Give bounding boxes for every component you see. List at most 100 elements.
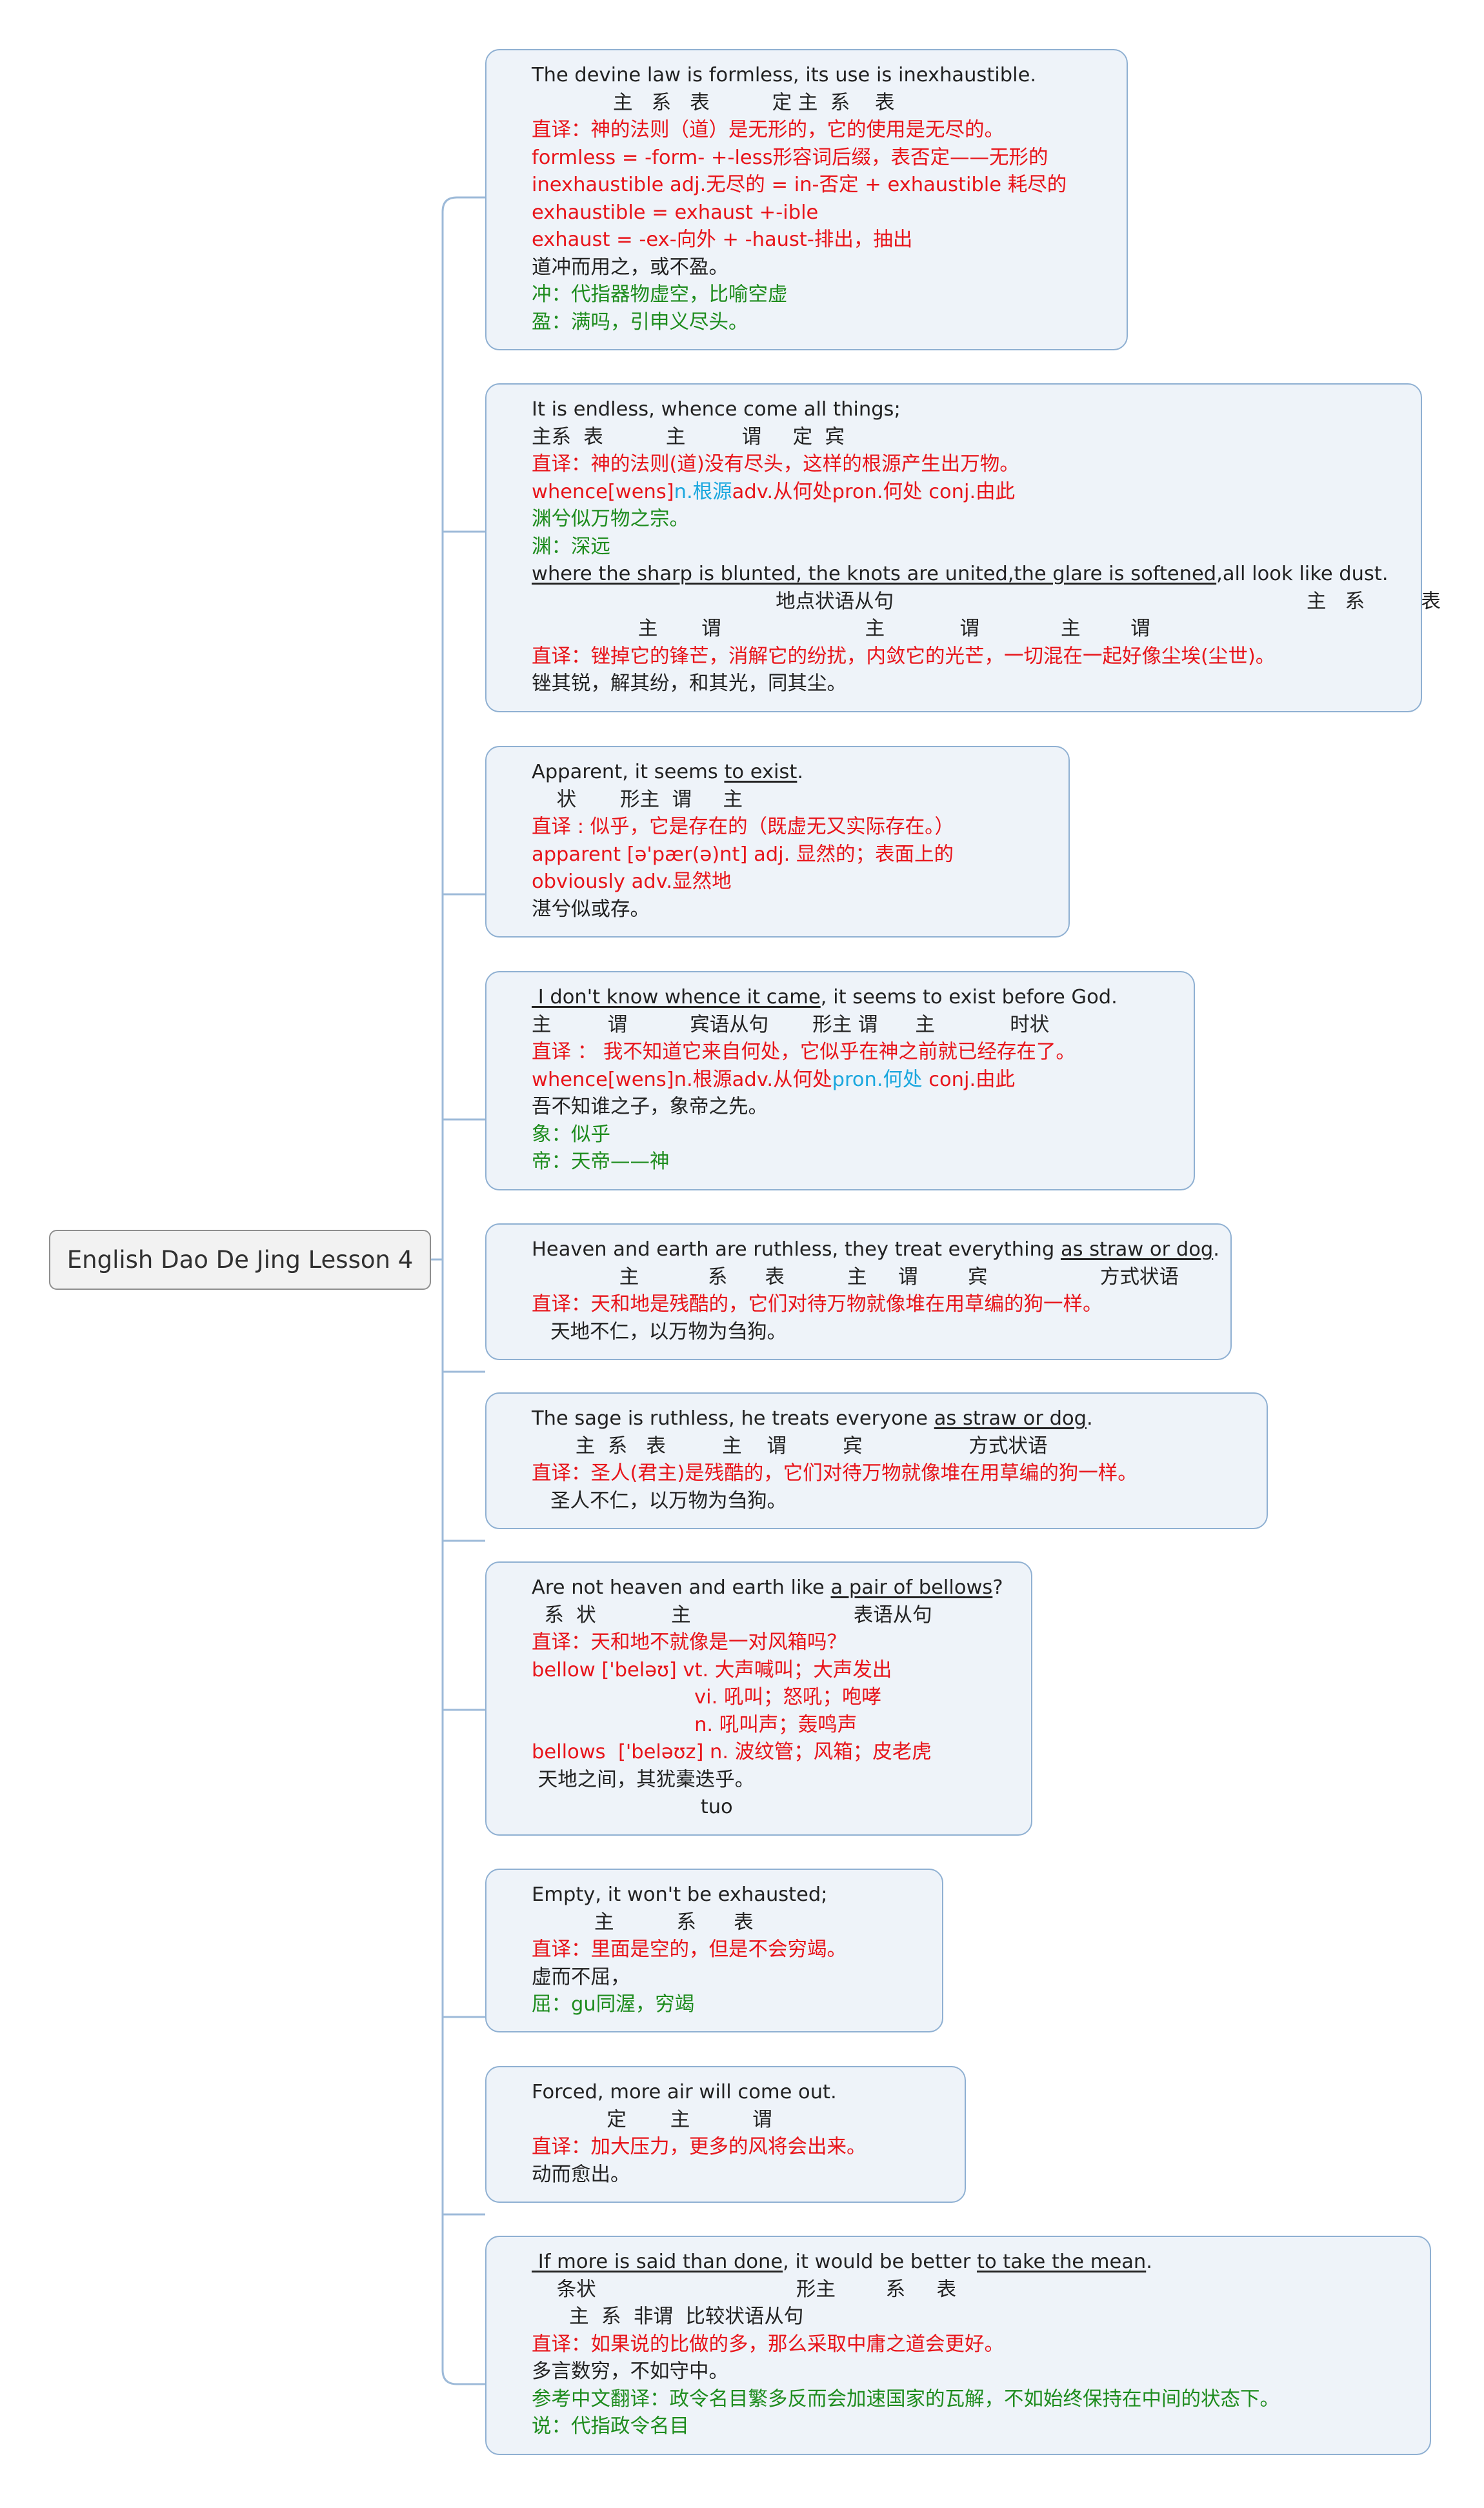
text-line: n. 吼叫声；轰鸣声	[532, 1712, 1012, 1740]
text-line: 直译：神的法则(道)没有尽头，这样的根源产生出万物。	[532, 451, 1401, 479]
text-segment: , it seems to exist before God.	[820, 986, 1118, 1008]
text-segment: whence[wens]	[532, 480, 674, 503]
text-segment: 主 系 表 定 主 系 表	[532, 91, 895, 114]
text-line: 直译：如果说的比做的多，那么采取中庸之道会更好。	[532, 2331, 1410, 2359]
subtopic-pair-of-bellows[interactable]: Are not heaven and earth like a pair of …	[485, 1561, 1032, 1836]
text-segment: pron.何处	[832, 1068, 923, 1091]
subtopic-heaven-earth-ruthless[interactable]: Heaven and earth are ruthless, they trea…	[485, 1223, 1232, 1360]
text-segment: exhaust = -ex-向外 + -haust-排出，抽出	[532, 228, 913, 251]
text-segment: adv.从何处pron.何处 conj.由此	[732, 480, 1016, 503]
underlined-phrase: to take the mean	[976, 2251, 1147, 2273]
text-line: Apparent, it seems to exist.	[532, 759, 1049, 787]
text-segment: formless = -form- +-less形容词后缀，表否定——无形的	[532, 146, 1048, 169]
text-line: 主 谓 主 谓 主 谓	[532, 616, 1401, 643]
root-topic[interactable]: English Dao De Jing Lesson 4	[49, 1230, 431, 1290]
text-line: Are not heaven and earth like a pair of …	[532, 1574, 1012, 1602]
text-segment: bellows ['beləʊz] n. 波纹管；风箱；皮老虎	[532, 1741, 932, 1763]
text-line: 盈：满吗，引申义尽头。	[532, 309, 1107, 337]
text-line: 动而愈出。	[532, 2162, 945, 2189]
subtopic-apparent-exist[interactable]: Apparent, it seems to exist. 状 形主 谓 主直译 …	[485, 746, 1070, 938]
text-segment: 直译：天和地不就像是一对风箱吗？	[532, 1631, 847, 1654]
text-segment: exhaustible = exhaust +-ible	[532, 201, 819, 224]
text-segment: Heaven and earth are ruthless, they trea…	[532, 1238, 1061, 1261]
text-line: The devine law is formless, its use is i…	[532, 62, 1107, 90]
text-line: formless = -form- +-less形容词后缀，表否定——无形的	[532, 145, 1107, 172]
text-line: Empty, it won't be exhausted;	[532, 1881, 923, 1909]
text-line: vi. 吼叫；怒吼；咆哮	[532, 1684, 1012, 1712]
subtopic-formless-law[interactable]: The devine law is formless, its use is i…	[485, 49, 1128, 350]
text-line: 象：似乎	[532, 1121, 1174, 1149]
text-segment: 圣人不仁，以万物为刍狗。	[532, 1489, 787, 1512]
text-line: 吾不知谁之子，象帝之先。	[532, 1094, 1174, 1121]
text-segment: inexhaustible adj.无尽的 = in-否定 + exhausti…	[532, 174, 1067, 196]
text-line: apparent [ə'pær(ə)nt] adj. 显然的；表面上的	[532, 841, 1049, 869]
text-segment: Apparent, it seems	[532, 761, 725, 783]
text-segment: n.根源	[674, 480, 732, 503]
text-segment: 虚而不屈，	[532, 1965, 630, 1989]
text-line: 直译：天和地不就像是一对风箱吗？	[532, 1629, 1012, 1657]
text-segment: 直译：神的法则(道)没有尽头，这样的根源产生出万物。	[532, 453, 1019, 476]
underlined-phrase: to exist	[724, 761, 797, 783]
text-segment: bellow ['beləʊ] vt. 大声喊叫；大声发出	[532, 1658, 892, 1681]
text-line: 直译 ： 我不知道它来自何处，它似乎在神之前就已经存在了。	[532, 1039, 1174, 1067]
text-line: 直译：圣人(君主)是残酷的，它们对待万物就像堆在用草编的狗一样。	[532, 1460, 1247, 1488]
text-line: 渊：深远	[532, 534, 1401, 561]
text-line: 道冲而用之，或不盈。	[532, 254, 1107, 282]
text-segment: 道冲而用之，或不盈。	[532, 256, 728, 279]
underlined-phrase: where the sharp is blunted, the knots ar…	[532, 563, 1217, 585]
subtopic-empty-not-exhausted[interactable]: Empty, it won't be exhausted; 主 系 表直译：里面…	[485, 1869, 943, 2032]
text-line: 湛兮似或存。	[532, 896, 1049, 924]
text-line: 主 谓 宾语从句 形主 谓 主 时状	[532, 1012, 1174, 1039]
subtopic-forced-more-air[interactable]: Forced, more air will come out. 定 主 谓直译：…	[485, 2066, 966, 2203]
text-segment: ?	[992, 1576, 1003, 1599]
text-segment: conj.由此	[922, 1068, 1016, 1091]
text-line: exhaustible = exhaust +-ible	[532, 199, 1107, 227]
subtopic-whence-it-came[interactable]: I don't know whence it came, it seems to…	[485, 971, 1195, 1190]
underlined-phrase: as straw or dog	[934, 1407, 1087, 1430]
text-segment: ,all look like dust.	[1216, 563, 1389, 585]
text-line: 主 系 表	[532, 1909, 923, 1937]
root-topic-label: English Dao De Jing Lesson 4	[66, 1246, 414, 1274]
text-segment: 直译：如果说的比做的多，那么采取中庸之道会更好。	[532, 2332, 1004, 2356]
text-segment: 象：似乎	[532, 1123, 610, 1146]
text-line: 参考中文翻译：政令名目繁多反而会加速国家的瓦解，不如始终保持在中间的状态下。	[532, 2386, 1410, 2414]
text-segment: 锉其锐，解其纷，和其光，同其尘。	[532, 672, 847, 695]
underlined-phrase: If more is said than done	[532, 2251, 783, 2273]
underlined-phrase: I don't know whence it came	[532, 986, 821, 1008]
text-line: If more is said than done, it would be b…	[532, 2249, 1410, 2276]
text-segment: 天地之间，其犹橐迭乎。	[532, 1768, 755, 1791]
text-segment: .	[1086, 1407, 1093, 1430]
text-line: 主系 表 主 谓 定 宾	[532, 424, 1401, 452]
text-segment: Are not heaven and earth like	[532, 1576, 831, 1599]
text-line: bellows ['beləʊz] n. 波纹管；风箱；皮老虎	[532, 1739, 1012, 1767]
text-segment: 湛兮似或存。	[532, 898, 650, 921]
text-segment: 主系 表 主 谓 定 宾	[532, 425, 845, 448]
text-segment: 直译：圣人(君主)是残酷的，它们对待万物就像堆在用草编的狗一样。	[532, 1462, 1138, 1485]
text-segment: 主 系 表	[532, 1911, 754, 1934]
text-segment: 系 状 主 表语从句	[532, 1603, 932, 1627]
branch-connector	[441, 2369, 485, 2385]
text-segment: apparent [ə'pær(ə)nt] adj. 显然的；表面上的	[532, 843, 954, 866]
text-line: 条状 形主 系 表	[532, 2276, 1410, 2304]
text-line: 虚而不屈，	[532, 1964, 923, 1992]
text-line: 渊兮似万物之宗。	[532, 506, 1401, 534]
subtopic-endless-source[interactable]: It is endless, whence come all things; 主系…	[485, 383, 1441, 712]
text-segment: 渊：深远	[532, 535, 610, 558]
text-segment: 直译 : 似乎，它是存在的（既虚无又实际存在。）	[532, 816, 954, 838]
text-line: 状 形主 谓 主	[532, 787, 1049, 814]
text-segment: 盈：满吗，引申义尽头。	[532, 310, 748, 334]
text-line: exhaust = -ex-向外 + -haust-排出，抽出	[532, 226, 1107, 254]
subtopic-take-the-mean[interactable]: If more is said than done, it would be b…	[485, 2236, 1431, 2455]
text-line: 地点状语从句 主 系 表	[532, 588, 1441, 616]
subtopic-sage-ruthless[interactable]: The sage is ruthless, he treats everyone…	[485, 1392, 1268, 1529]
text-line: whence[wens]n.根源adv.从何处pron.何处 conj.由此	[532, 1067, 1174, 1094]
text-segment: obviously adv.显然地	[532, 870, 732, 893]
text-line: 定 主 谓	[532, 2107, 945, 2134]
text-line: obviously adv.显然地	[532, 868, 1049, 896]
text-line: 主 系 非谓 比较状语从句	[532, 2303, 1410, 2331]
text-segment: tuo	[532, 1796, 733, 1818]
text-line: 冲：代指器物虚空，比喻空虚	[532, 281, 1107, 309]
mind-map-canvas: English Dao De Jing Lesson 4 The devine …	[0, 0, 1484, 2508]
text-segment: 吾不知谁之子，象帝之先。	[532, 1096, 768, 1118]
text-segment: The sage is ruthless, he treats everyone	[532, 1407, 934, 1430]
